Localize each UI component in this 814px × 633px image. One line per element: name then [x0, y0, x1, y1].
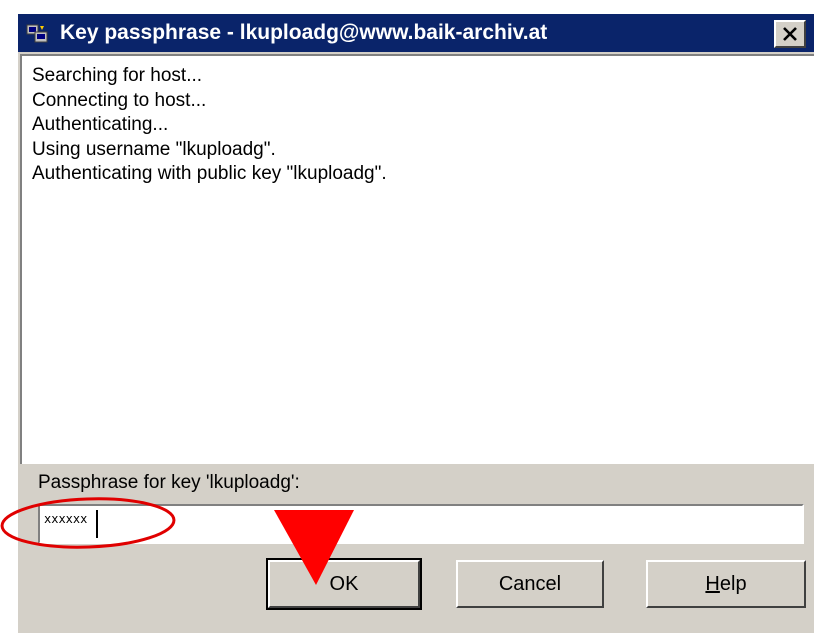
help-button-label: Help: [705, 573, 746, 596]
app-icon: [26, 24, 48, 43]
help-button[interactable]: Help: [646, 560, 806, 608]
log-line: Authenticating...: [32, 114, 169, 135]
passphrase-masked-value: xxxxxx: [44, 512, 88, 526]
help-label-rest: elp: [719, 572, 747, 595]
window-title: Key passphrase - lkuploadg@www.baik-arch…: [60, 21, 548, 44]
passphrase-label: Passphrase for key 'lkuploadg':: [38, 472, 300, 493]
ok-button[interactable]: OK: [266, 558, 422, 610]
log-line: Searching for host...: [32, 65, 203, 86]
help-mnemonic: H: [705, 572, 720, 595]
text-caret: [96, 510, 98, 538]
cancel-button[interactable]: Cancel: [456, 560, 604, 608]
log-line: Authenticating with public key "lkupload…: [32, 163, 387, 184]
log-line: Using username "lkuploadg".: [32, 138, 276, 160]
passphrase-input[interactable]: xxxxxx: [38, 504, 804, 544]
close-button[interactable]: [774, 20, 806, 48]
title-bar[interactable]: Key passphrase - lkuploadg@www.baik-arch…: [18, 14, 814, 52]
log-line: Connecting to host...: [32, 89, 207, 111]
session-log: Searching for host... Connecting to host…: [20, 54, 814, 464]
dialog-window: Key passphrase - lkuploadg@www.baik-arch…: [18, 14, 814, 633]
close-icon: [783, 27, 797, 41]
ok-button-label: OK: [329, 572, 359, 595]
cancel-button-label: Cancel: [498, 572, 562, 595]
